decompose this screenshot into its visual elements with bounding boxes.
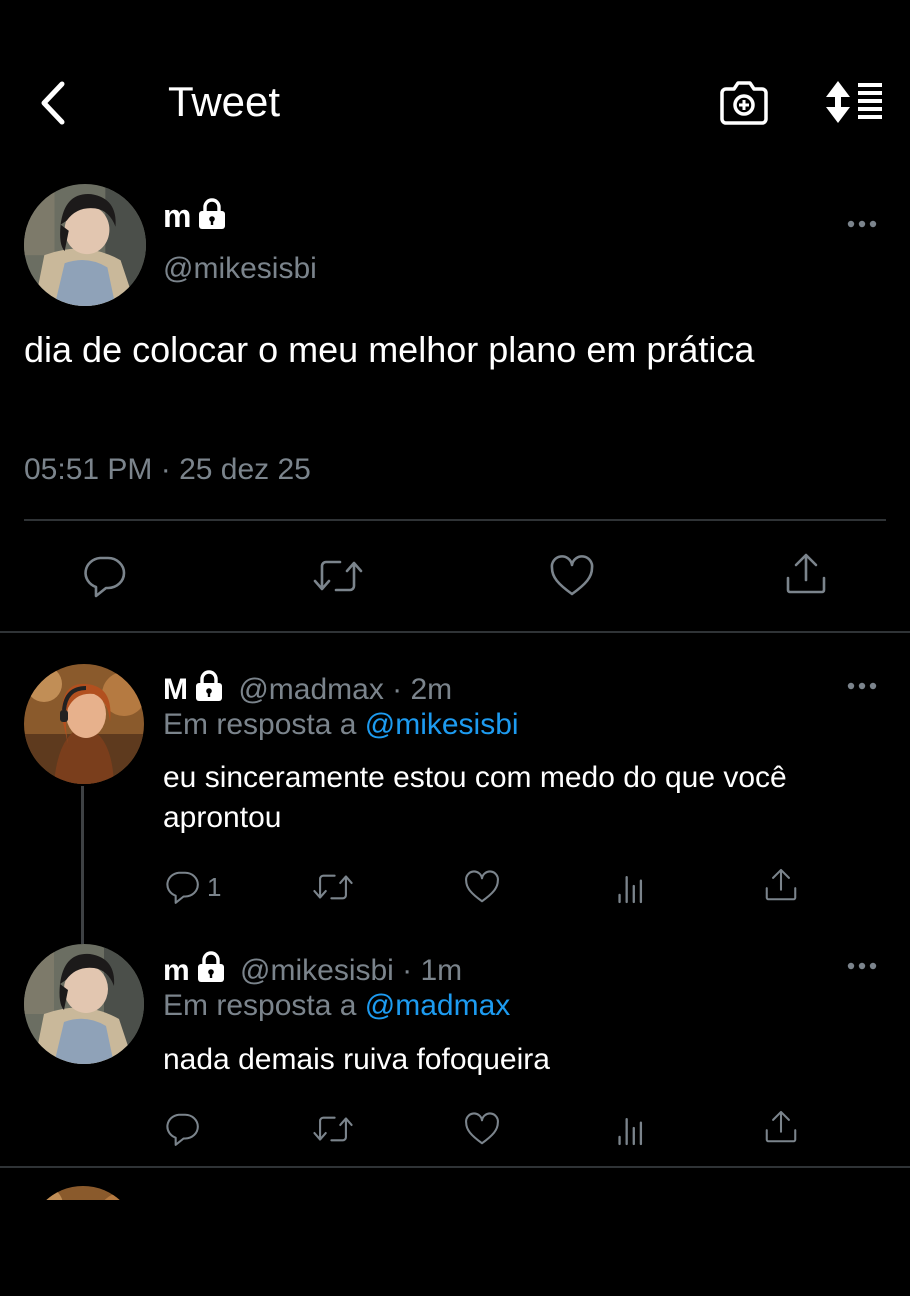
analytics-bars-icon: [616, 1110, 648, 1146]
tweet-text: dia de colocar o meu melhor plano em prá…: [24, 329, 755, 370]
heart-icon: [463, 869, 501, 905]
divider: [24, 519, 886, 521]
author-name[interactable]: M: [163, 673, 188, 706]
thread-line: [81, 786, 84, 944]
like-button[interactable]: [463, 869, 501, 905]
tweet-timestamp[interactable]: 05:51 PM · 25 dez 25: [24, 453, 311, 487]
retweet-icon: [312, 554, 364, 598]
reply-context: Em resposta a @mikesisbi: [163, 708, 519, 742]
reply-bubble-icon: [80, 552, 128, 600]
mention-link[interactable]: @mikesisbi: [365, 708, 519, 741]
reply-prefix: Em resposta a: [163, 708, 357, 741]
lock-icon: [194, 670, 224, 702]
author-handle[interactable]: @mikesisbi: [163, 252, 317, 286]
reply-context: Em resposta a @madmax: [163, 989, 510, 1023]
more-dots-icon: [846, 681, 878, 691]
share-button[interactable]: [782, 550, 830, 598]
analytics-bars-icon: [616, 868, 648, 904]
divider: [0, 1166, 910, 1168]
lock-icon: [197, 198, 227, 230]
share-button[interactable]: [762, 866, 800, 904]
sort-button[interactable]: [822, 79, 884, 125]
reply-button[interactable]: 1: [163, 868, 233, 908]
like-button[interactable]: [548, 554, 596, 598]
back-button[interactable]: [34, 78, 74, 128]
handle-time[interactable]: @madmax · 2m: [238, 673, 452, 706]
reply-text: nada demais ruiva fofoqueira: [163, 1043, 550, 1076]
divider: [0, 631, 910, 633]
analytics-button[interactable]: [616, 868, 648, 904]
reply-count: 1: [207, 872, 222, 902]
avatar[interactable]: [24, 664, 144, 784]
more-dots-icon: [846, 961, 878, 971]
author-name[interactable]: m: [163, 954, 190, 987]
like-button[interactable]: [463, 1111, 501, 1147]
sort-list-icon: [826, 81, 882, 123]
more-dots-icon: [846, 219, 878, 229]
author-name[interactable]: m: [163, 198, 227, 235]
share-upload-icon: [762, 1108, 800, 1146]
retweet-button[interactable]: [312, 1111, 354, 1147]
mention-link[interactable]: @madmax: [365, 989, 511, 1022]
chevron-left-icon: [41, 81, 65, 125]
retweet-button[interactable]: [312, 554, 364, 598]
reply-header: M @madmax · 2m: [163, 670, 452, 707]
analytics-button[interactable]: [616, 1110, 648, 1146]
author-name-label: m: [163, 198, 192, 234]
reply-button[interactable]: [163, 1110, 203, 1150]
reply-bubble-icon: [163, 1110, 201, 1148]
share-upload-icon: [762, 866, 800, 904]
avatar[interactable]: [24, 944, 144, 1064]
retweet-button[interactable]: [312, 869, 354, 905]
reply-button[interactable]: [80, 552, 128, 600]
reply-bubble-icon: [163, 868, 201, 906]
reply-prefix: Em resposta a: [163, 989, 357, 1022]
more-button[interactable]: [846, 681, 878, 691]
retweet-icon: [312, 1111, 354, 1147]
more-button[interactable]: [846, 961, 878, 971]
avatar[interactable]: [24, 184, 146, 306]
heart-icon: [548, 554, 596, 598]
reply-header: m @mikesisbi · 1m: [163, 951, 462, 988]
reply-text: eu sinceramente estou com medo do que vo…: [163, 761, 787, 834]
camera-plus-icon: [720, 81, 768, 125]
page-title: Tweet: [168, 78, 281, 125]
share-button[interactable]: [762, 1108, 800, 1146]
handle-time[interactable]: @mikesisbi · 1m: [240, 954, 462, 987]
heart-icon: [463, 1111, 501, 1147]
more-button[interactable]: [846, 219, 878, 229]
avatar[interactable]: [28, 1186, 138, 1296]
retweet-icon: [312, 869, 354, 905]
lock-icon: [196, 951, 226, 983]
camera-button[interactable]: [718, 79, 770, 127]
share-upload-icon: [782, 550, 830, 598]
